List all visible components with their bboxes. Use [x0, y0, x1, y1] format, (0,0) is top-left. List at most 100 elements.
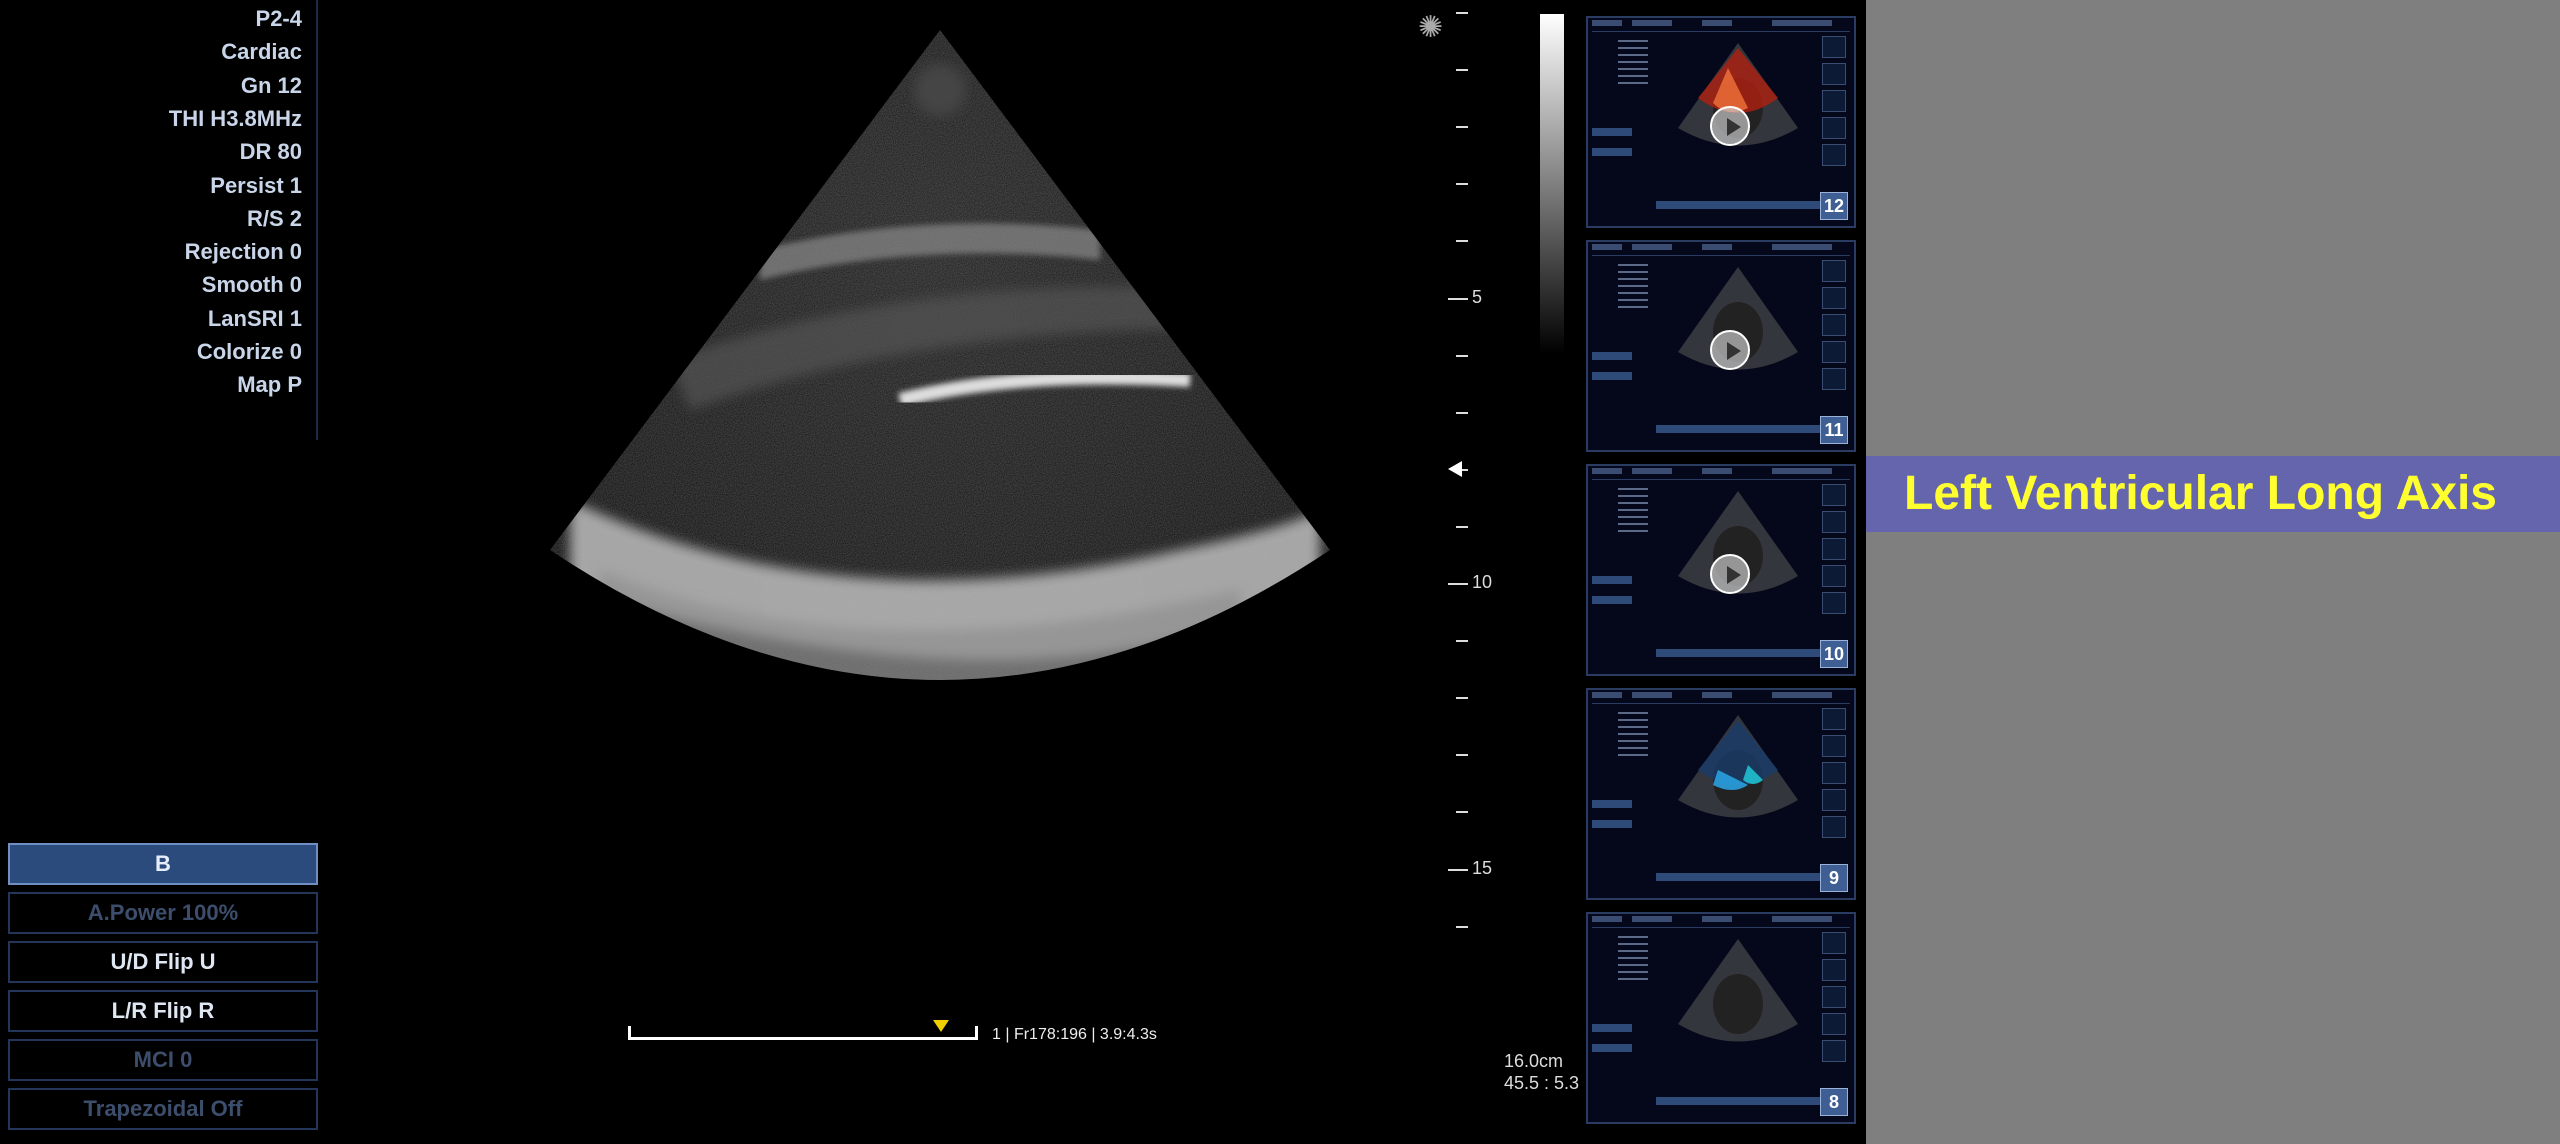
thumbnail-params: [1618, 488, 1648, 537]
view-title: Left Ventricular Long Axis: [1904, 467, 2497, 520]
thumbnail-image: [1678, 491, 1798, 594]
thumbnail-left-button: [1592, 372, 1632, 380]
depth-scale: 5 10 15: [1440, 0, 1520, 960]
depth-tick: [1456, 697, 1468, 700]
thumbnail-params: [1618, 936, 1648, 985]
thumbnail-left-button: [1592, 800, 1632, 808]
parameter-item: Smooth 0: [201, 272, 302, 298]
thumbnail-header: [1592, 20, 1850, 32]
depth-tick: [1456, 69, 1468, 72]
thumbnail-header: [1592, 692, 1850, 704]
background-panel: [1866, 0, 2560, 1144]
parameter-item: Cardiac: [221, 39, 302, 65]
thumbnail-side-icons: [1818, 484, 1852, 634]
depth-tick: [1456, 126, 1468, 129]
thumbnail-header: [1592, 468, 1850, 480]
mode-button[interactable]: Trapezoidal Off: [8, 1088, 318, 1130]
cine-loop-bar[interactable]: [628, 1020, 978, 1040]
depth-tick: [1448, 868, 1468, 871]
depth-tick-label: 5: [1472, 286, 1483, 307]
thumbnail-toolbar: [1656, 873, 1836, 881]
mode-button[interactable]: A.Power 100%: [8, 892, 318, 934]
thumbnail-params: [1618, 712, 1648, 761]
thumbnail-toolbar: [1656, 649, 1836, 657]
thumbnail-number: 10: [1820, 640, 1848, 668]
depth-tick: [1456, 525, 1468, 528]
thumbnail-card[interactable]: 9: [1586, 688, 1856, 900]
thumbnail-left-button: [1592, 820, 1632, 828]
depth-tick: [1448, 297, 1468, 300]
depth-tick: [1456, 754, 1468, 757]
depth-tick: [1456, 240, 1468, 243]
thumbnail-left-button: [1592, 1024, 1632, 1032]
depth-tick: [1456, 354, 1468, 357]
thumbnail-side-icons: [1818, 36, 1852, 186]
depth-info: 16.0cm 45.5 : 5.3: [1504, 1050, 1579, 1094]
ultrasound-sector: [550, 30, 1330, 680]
thumbnail-number: 9: [1820, 864, 1848, 892]
thumbnail-number: 11: [1820, 416, 1848, 444]
thumbnail-side-icons: [1818, 260, 1852, 410]
depth-tick: [1456, 925, 1468, 928]
thumbnail-card[interactable]: 8: [1586, 912, 1856, 1124]
thumbnail-side-icons: [1818, 708, 1852, 858]
depth-tick: [1456, 183, 1468, 186]
parameter-item: Persist 1: [210, 172, 302, 198]
thumbnail-header: [1592, 916, 1850, 928]
thumbnail-left-button: [1592, 1044, 1632, 1052]
mode-button[interactable]: MCI 0: [8, 1039, 318, 1081]
thumbnail-image: [1678, 715, 1798, 818]
thumbnail-toolbar: [1656, 201, 1836, 209]
cine-frame-label: 1 | Fr178:196 | 3.9:4.3s: [992, 1026, 1157, 1043]
depth-tick: [1456, 12, 1468, 14]
thumbnail-card[interactable]: 11: [1586, 240, 1856, 452]
thumbnail-params: [1618, 40, 1648, 89]
parameter-item: Colorize 0: [196, 339, 302, 364]
focus-marker[interactable]: [1448, 460, 1462, 477]
thumbnail-strip: 12 11 10 9 8: [1586, 16, 1858, 1144]
parameter-panel: P2-4 Cardiac Gn 12 THI H3.8MHz DR 80 Persist …: [0, 0, 318, 440]
thumbnail-number: 8: [1820, 1088, 1848, 1116]
parameter-item: Rejection 0: [184, 239, 302, 265]
depth-ratio: 45.5 : 5.3: [1504, 1073, 1580, 1093]
depth-tick: [1448, 583, 1468, 585]
depth-tick: [1456, 811, 1468, 814]
thumbnail-card[interactable]: 12: [1586, 16, 1856, 228]
depth-tick: [1456, 640, 1468, 643]
mode-button[interactable]: U/D Flip U: [8, 941, 318, 983]
parameter-item: Map P: [237, 372, 302, 398]
thumbnail-left-button: [1592, 128, 1632, 136]
play-icon[interactable]: [1710, 330, 1750, 370]
thumbnail-header: [1592, 244, 1850, 256]
thumbnail-side-icons: [1818, 932, 1852, 1082]
apex-artifact: [914, 64, 966, 116]
thumbnail-card[interactable]: 10: [1586, 464, 1856, 676]
parameter-item: DR 80: [239, 139, 302, 165]
parameter-item: LanSRI 1: [207, 305, 302, 331]
grayscale-bar: [1540, 14, 1564, 354]
mode-button[interactable]: L/R Flip R: [8, 990, 318, 1032]
ultrasound-image[interactable]: [540, 30, 1340, 770]
thumbnail-left-button: [1592, 596, 1632, 604]
thumbnail-left-button: [1592, 576, 1632, 584]
title-banner: Left Ventricular Long Axis: [1866, 456, 2560, 532]
cine-position-marker[interactable]: [932, 1020, 949, 1032]
depth-tick-label: 10: [1472, 572, 1493, 592]
thumbnail-image: [1678, 939, 1798, 1042]
play-icon[interactable]: [1710, 554, 1750, 594]
thumbnail-left-button: [1592, 148, 1632, 156]
parameter-item: THI H3.8MHz: [168, 105, 302, 131]
thumbnail-image: [1678, 267, 1798, 370]
parameter-item: R/S 2: [246, 205, 302, 231]
depth-value: 16.0cm: [1504, 1051, 1564, 1071]
thumbnail-left-button: [1592, 352, 1632, 360]
parameter-item: Gn 12: [240, 72, 302, 98]
thumbnail-toolbar: [1656, 1097, 1836, 1105]
thumbnail-number: 12: [1820, 192, 1848, 220]
play-icon[interactable]: [1710, 106, 1750, 146]
thumbnail-toolbar: [1656, 425, 1836, 433]
thumbnail-params: [1618, 264, 1648, 313]
depth-tick: [1456, 411, 1468, 414]
mode-button[interactable]: B: [8, 843, 318, 885]
parameter-item: P2-4: [255, 6, 302, 31]
